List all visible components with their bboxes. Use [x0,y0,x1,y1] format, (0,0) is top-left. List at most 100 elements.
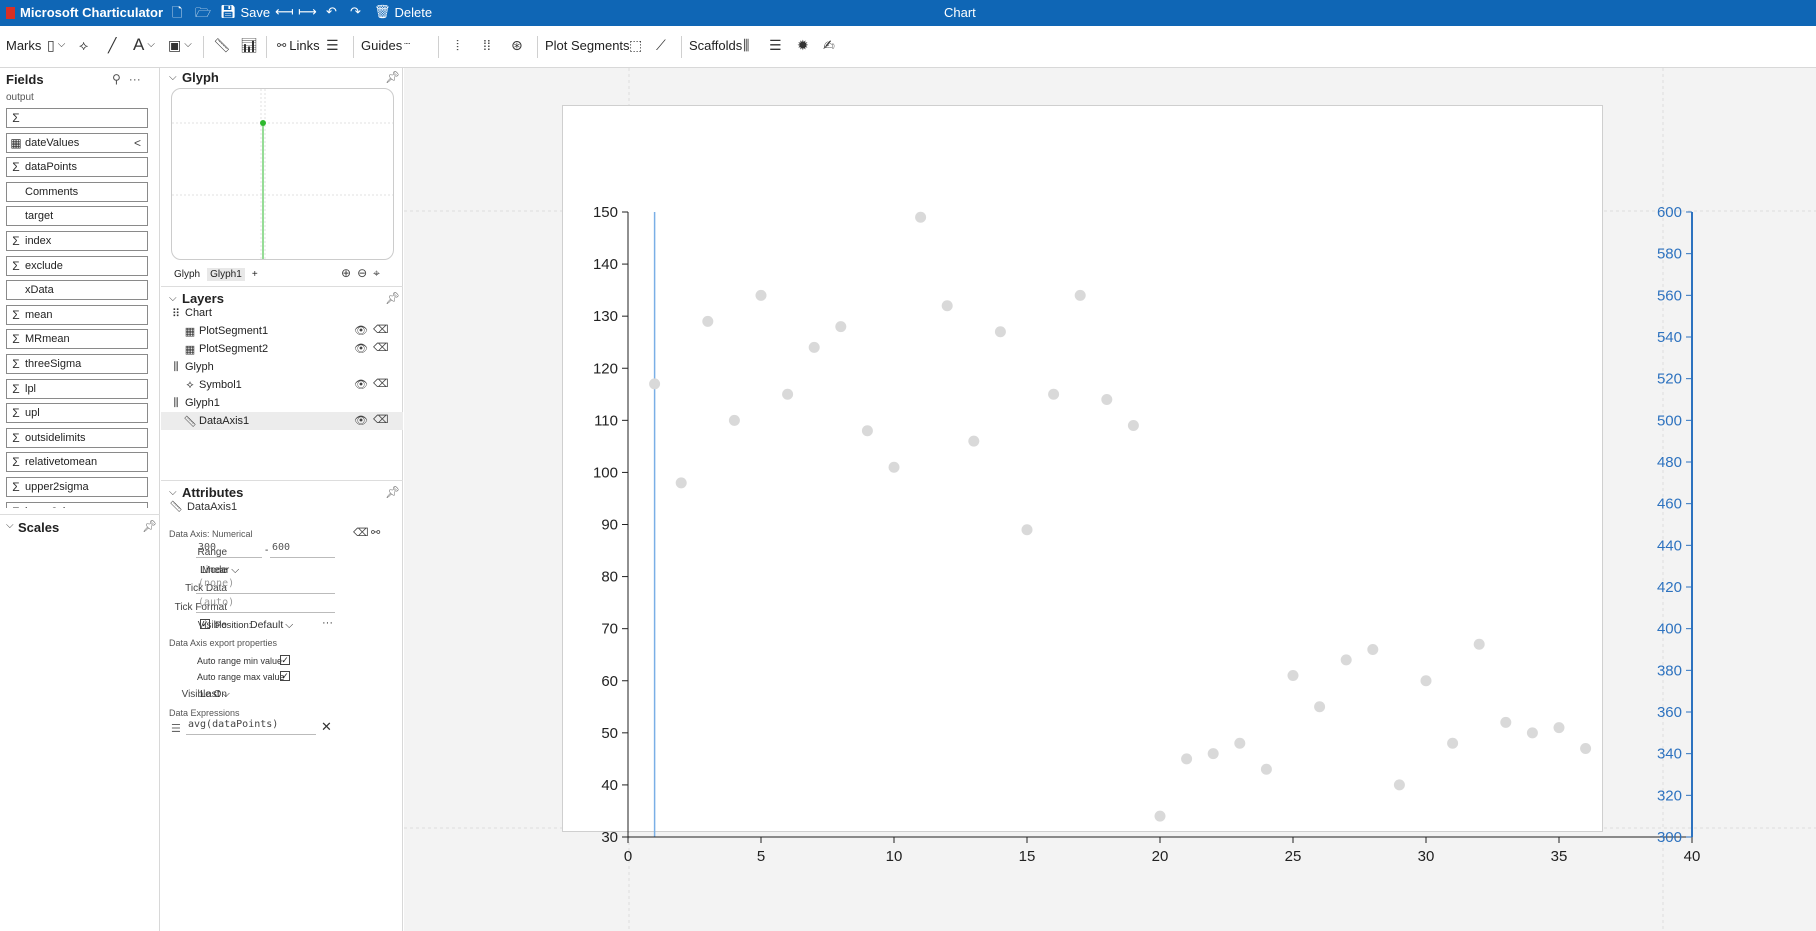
remove-expression-icon[interactable]: ✕ [321,719,332,735]
field-item[interactable]: xData [6,280,148,301]
field-item[interactable]: ▦ dateValues < [6,132,148,153]
drag-handle-icon[interactable]: ☰ [171,722,181,735]
visible-checkbox[interactable]: ✓ [200,619,210,629]
symbol-mark-button[interactable]: ⟡ [79,38,88,52]
data-axis-button[interactable]: 📏︎ [213,38,231,52]
guide-grid-button[interactable]: ⁞⁞ [483,38,491,52]
chart-frame[interactable] [562,105,1603,832]
field-item[interactable]: Σrelativetomean [6,452,148,473]
range-min-input[interactable]: 300 [196,542,262,558]
scaffold-curve-button[interactable]: ✍︎ [823,38,835,52]
layer-item[interactable]: ▦ PlotSegment2 👁︎ ⌫ [161,340,403,358]
range-max-input[interactable]: 600 [270,542,335,558]
field-item[interactable]: Σexclude [6,255,148,276]
zoom-fit-icon[interactable]: ⌖ [373,266,380,281]
field-item[interactable]: Σlpl [6,378,148,399]
export-button[interactable]: ⟼ [298,4,317,20]
pin-icon[interactable]: 📌︎ [142,519,157,533]
visible-on-dropdown[interactable]: Last ⌵ [200,688,230,701]
image-mark-button[interactable]: ▣ ⌵ [168,38,192,52]
more-options-button[interactable]: ··· [322,617,333,629]
plot-segment-region-button[interactable]: ⬚ [629,38,642,52]
more-icon[interactable]: ··· [129,72,141,86]
auto-max-checkbox[interactable]: ✓ [280,671,290,681]
sigma-icon: Σ [12,356,20,371]
zoom-out-icon[interactable]: ⊖ [357,266,367,281]
layer-item[interactable]: ⫼ Glyph1 [161,394,403,412]
add-glyph-button[interactable]: + [249,268,261,281]
eraser-icon[interactable]: ⌫ [353,526,369,539]
eye-icon[interactable]: 👁︎ [354,324,368,337]
chart-canvas-area[interactable] [404,68,1816,931]
zoom-in-icon[interactable]: ⊕ [341,266,351,281]
chevron-left-icon[interactable]: < [134,136,141,150]
eraser-icon[interactable]: ⌫ [373,377,389,390]
eye-icon[interactable]: 👁︎ [354,414,368,427]
mode-dropdown[interactable]: Linear ⌵ [200,564,239,577]
open-file-button[interactable]: 🗁 [195,4,211,26]
collapse-caret-icon[interactable]: ⌵ [169,487,177,498]
scaffold-y-button[interactable]: ☰ [769,38,782,52]
field-item[interactable]: Σlower2sigma [6,501,148,508]
field-item[interactable]: Comments [6,181,148,202]
save-button[interactable]: 💾︎ Save [220,4,270,20]
guide-polar-button[interactable]: ⊛ [511,38,523,52]
layer-item[interactable]: ⠿ Chart [161,304,403,322]
scaffold-polar-button[interactable]: ✹ [797,38,809,52]
field-item[interactable]: Σupl [6,403,148,424]
field-item[interactable]: target [6,206,148,227]
glyph-editor-canvas[interactable] [171,88,394,260]
pin-icon[interactable]: 📌︎ [385,485,400,499]
plot-segment-line-button[interactable]: ⟋ [656,38,666,52]
eraser-icon[interactable]: ⌫ [373,413,389,426]
eraser-icon[interactable]: ⌫ [373,323,389,336]
link-fields-icon[interactable]: ⚲ [112,72,121,86]
import-button[interactable]: ⟻ [275,4,294,20]
line-mark-button[interactable]: ╱ [108,38,116,52]
collapse-caret-icon[interactable]: ⌵ [169,293,177,304]
dashed-line-icon: ┈ [404,39,411,50]
field-item[interactable]: Σindex [6,230,148,251]
nested-chart-button[interactable]: 📊︎ [240,38,258,52]
delete-button[interactable]: 🗑︎ Delete [374,4,432,20]
eye-icon[interactable]: 👁︎ [354,342,368,355]
layer-item[interactable]: ▦ PlotSegment1 👁︎ ⌫ [161,322,403,340]
field-item[interactable]: Σ MRmean [6,329,148,350]
guide-button[interactable]: ┈ [404,38,410,52]
eraser-icon[interactable]: ⌫ [373,341,389,354]
guide-x-button[interactable]: ⦙ [456,38,459,52]
pin-icon[interactable]: 📌︎ [385,70,400,84]
field-item[interactable]: ΣdataPoints [6,157,148,178]
scaffold-x-button[interactable]: ⫼ [743,38,749,52]
data-expression-input[interactable]: avg(dataPoints) [186,719,316,735]
field-item[interactable]: Σmean [6,304,148,325]
legend-button[interactable]: ☰ [326,38,339,52]
collapse-caret-icon[interactable]: ⌵ [169,72,177,83]
pin-icon[interactable]: 📌︎ [385,291,400,305]
glyph-handle[interactable] [260,120,266,126]
glyph-tab-active[interactable]: Glyph1 [207,268,245,281]
field-item[interactable]: Σoutsidelimits [6,427,148,448]
tick-data-input[interactable]: (none) [196,578,335,594]
collapse-caret-icon[interactable]: ⌵ [6,520,14,531]
eye-icon[interactable]: 👁︎ [354,378,368,391]
layer-item[interactable]: ⫼ Glyph [161,358,403,376]
field-item[interactable]: Σ [6,108,148,128]
link-icon[interactable]: ⚯ [371,526,380,539]
new-file-button[interactable]: 🗋 [172,4,182,26]
redo-button[interactable]: ↷ [350,4,361,20]
position-dropdown[interactable]: Default ⌵ [250,619,293,632]
layer-item[interactable]: ⟡ Symbol1 👁︎ ⌫ [161,376,403,394]
auto-min-checkbox[interactable]: ✓ [280,655,290,665]
text-mark-button[interactable]: A ⌵ [133,36,155,53]
field-item[interactable]: ΣthreeSigma [6,353,148,374]
rect-mark-button[interactable]: ▯ ⌵ [47,38,65,52]
field-item[interactable]: Σupper2sigma [6,476,148,497]
undo-button[interactable]: ↶ [326,4,337,20]
field-label: outsidelimits [25,431,86,444]
chart-icon: ⠿ [171,307,181,320]
glyph-tab[interactable]: Glyph [171,268,203,281]
tick-format-input[interactable]: (auto) [196,597,335,613]
links-button[interactable]: ⚯ Links [277,38,320,53]
layer-item[interactable]: 📏︎ DataAxis1 👁︎ ⌫ [161,412,403,430]
